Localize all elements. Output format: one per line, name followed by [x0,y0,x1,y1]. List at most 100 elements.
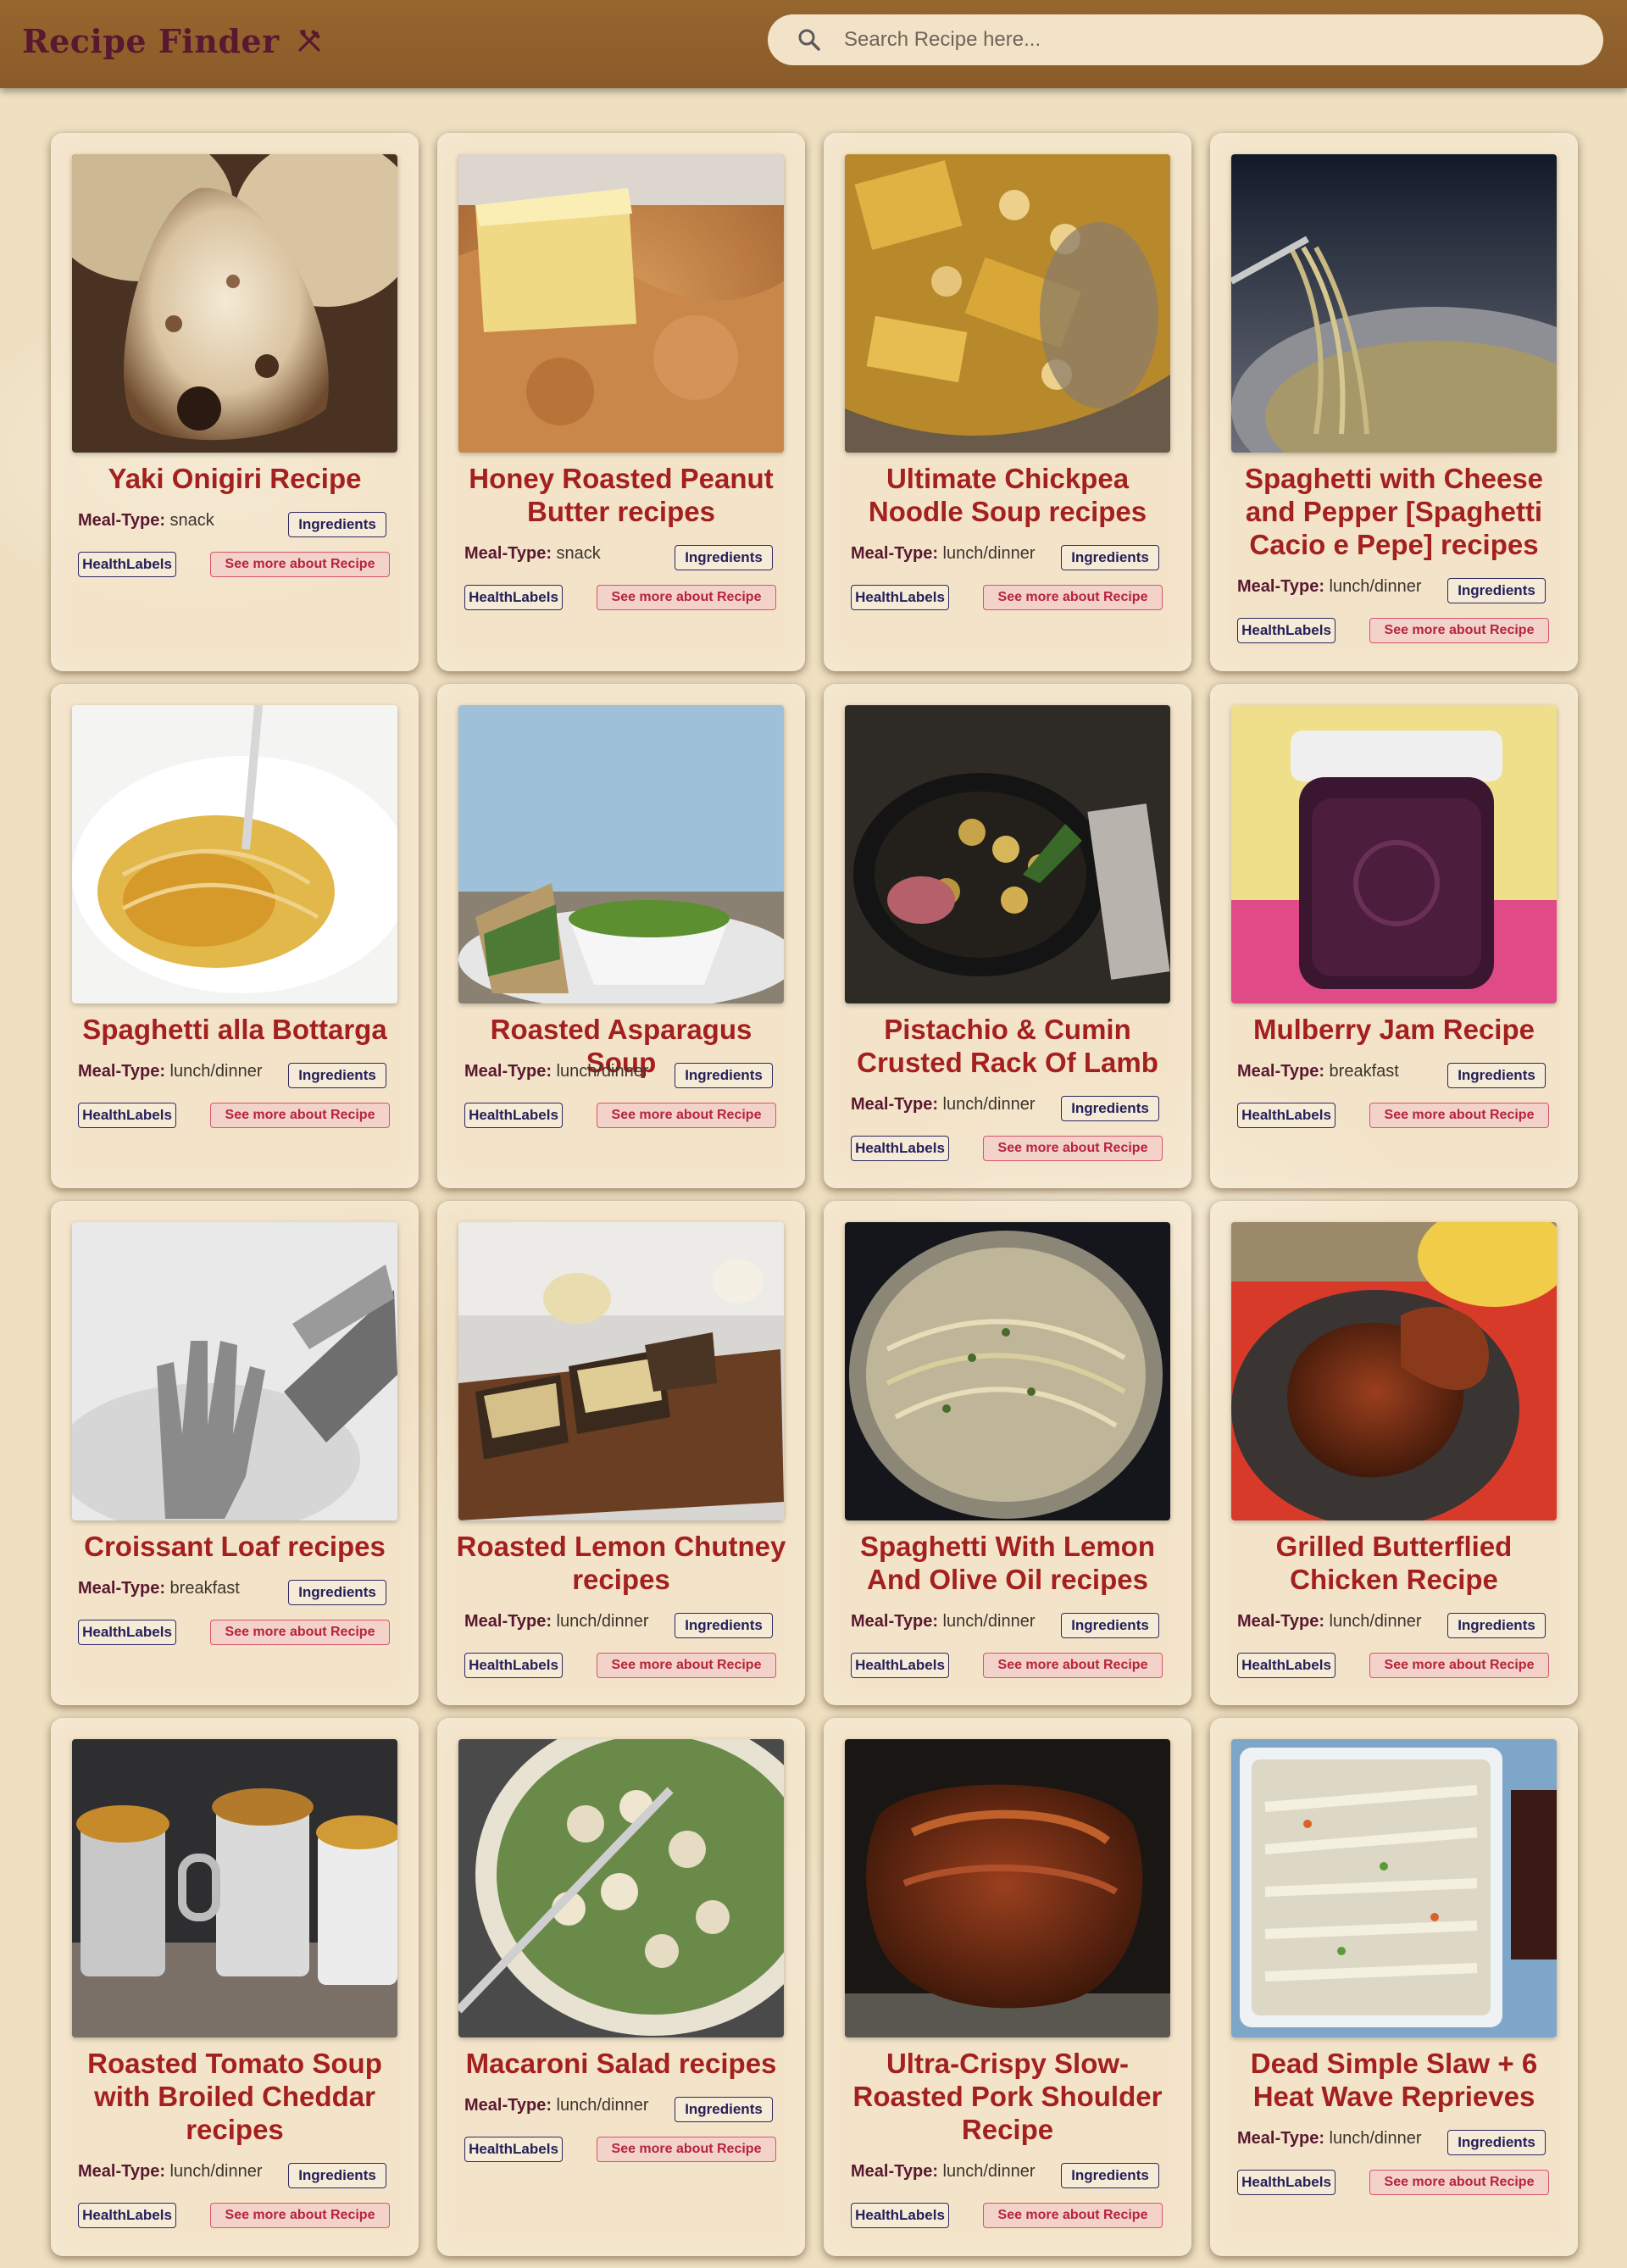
recipe-title[interactable]: Grilled Butterflied Chicken Recipe [1227,1530,1561,1596]
health-labels-button[interactable]: HealthLabels [464,585,563,610]
recipe-image[interactable] [458,154,784,453]
ingredients-button[interactable]: Ingredients [1447,1063,1546,1088]
recipe-card[interactable]: Yaki Onigiri Recipe Meal-Type: snack Ing… [51,133,419,671]
ingredients-button[interactable]: Ingredients [1447,2130,1546,2155]
recipe-image[interactable] [1231,1222,1557,1520]
meal-type-value: breakfast [1329,1062,1399,1081]
recipe-image[interactable] [1231,705,1557,1003]
recipe-image[interactable] [1231,154,1557,453]
recipe-image[interactable] [458,705,784,1003]
recipe-title[interactable]: Croissant Loaf recipes [68,1530,402,1563]
see-more-button[interactable]: See more about Recipe [983,2203,1163,2228]
see-more-button[interactable]: See more about Recipe [1369,2170,1549,2195]
recipe-title[interactable]: Spaghetti With Lemon And Olive Oil recip… [841,1530,1174,1596]
recipe-card[interactable]: Honey Roasted Peanut Butter recipes Meal… [437,133,805,671]
recipe-image[interactable] [845,1739,1170,2037]
see-more-button[interactable]: See more about Recipe [597,2137,776,2162]
recipe-image[interactable] [72,705,397,1003]
ingredients-button[interactable]: Ingredients [675,1063,773,1088]
health-labels-button[interactable]: HealthLabels [78,552,176,577]
recipe-card[interactable]: Croissant Loaf recipes Meal-Type: breakf… [51,1201,419,1705]
recipe-image[interactable] [72,1739,397,2037]
ingredients-button[interactable]: Ingredients [1061,545,1159,570]
ingredients-button[interactable]: Ingredients [288,2163,386,2188]
recipe-title[interactable]: Yaki Onigiri Recipe [68,462,402,495]
ingredients-button[interactable]: Ingredients [675,545,773,570]
ingredients-button[interactable]: Ingredients [1061,2163,1159,2188]
ingredients-button[interactable]: Ingredients [288,1063,386,1088]
recipe-title[interactable]: Macaroni Salad recipes [454,2047,788,2080]
health-labels-button[interactable]: HealthLabels [78,1620,176,1645]
recipe-card[interactable]: Roasted Tomato Soup with Broiled Cheddar… [51,1718,419,2256]
see-more-button[interactable]: See more about Recipe [983,585,1163,610]
health-labels-button[interactable]: HealthLabels [851,1136,949,1161]
see-more-button[interactable]: See more about Recipe [1369,1653,1549,1678]
see-more-button[interactable]: See more about Recipe [210,552,390,577]
recipe-card[interactable]: Roasted Lemon Chutney recipes Meal-Type:… [437,1201,805,1705]
see-more-button[interactable]: See more about Recipe [597,1103,776,1128]
recipe-image[interactable] [1231,1739,1557,2037]
search-input[interactable] [844,28,1556,52]
see-more-button[interactable]: See more about Recipe [210,1103,390,1128]
recipe-card[interactable]: Macaroni Salad recipes Meal-Type: lunch/… [437,1718,805,2256]
see-more-button[interactable]: See more about Recipe [597,1653,776,1678]
recipe-title[interactable]: Pistachio & Cumin Crusted Rack Of Lamb [841,1013,1174,1079]
ingredients-button[interactable]: Ingredients [288,1580,386,1605]
see-more-button[interactable]: See more about Recipe [210,1620,390,1645]
recipe-card[interactable]: Grilled Butterflied Chicken Recipe Meal-… [1210,1201,1578,1705]
recipe-image[interactable] [458,1739,784,2037]
recipe-image[interactable] [72,1222,397,1520]
recipe-card[interactable]: Spaghetti With Lemon And Olive Oil recip… [824,1201,1191,1705]
ingredients-button[interactable]: Ingredients [675,2097,773,2122]
see-more-button[interactable]: See more about Recipe [1369,618,1549,643]
health-labels-button[interactable]: HealthLabels [78,2203,176,2228]
health-labels-button[interactable]: HealthLabels [1237,1103,1335,1128]
health-labels-button[interactable]: HealthLabels [1237,1653,1335,1678]
health-labels-button[interactable]: HealthLabels [464,2137,563,2162]
recipe-card[interactable]: Mulberry Jam Recipe Meal-Type: breakfast… [1210,684,1578,1188]
see-more-button[interactable]: See more about Recipe [1369,1103,1549,1128]
recipe-card[interactable]: Roasted Asparagus Soup Meal-Type: lunch/… [437,684,805,1188]
recipe-title[interactable]: Spaghetti alla Bottarga [68,1013,402,1046]
recipe-title[interactable]: Roasted Lemon Chutney recipes [454,1530,788,1596]
recipe-title[interactable]: Spaghetti with Cheese and Pepper [Spaghe… [1227,462,1561,561]
health-labels-button[interactable]: HealthLabels [851,585,949,610]
recipe-card[interactable]: Ultra-Crispy Slow-Roasted Pork Shoulder … [824,1718,1191,2256]
health-labels-button[interactable]: HealthLabels [1237,618,1335,643]
recipe-card[interactable]: Spaghetti alla Bottarga Meal-Type: lunch… [51,684,419,1188]
see-more-button[interactable]: See more about Recipe [983,1653,1163,1678]
recipe-image[interactable] [845,1222,1170,1520]
see-more-button[interactable]: See more about Recipe [597,585,776,610]
recipe-image[interactable] [72,154,397,453]
health-labels-button[interactable]: HealthLabels [78,1103,176,1128]
recipe-title[interactable]: Ultimate Chickpea Noodle Soup recipes [841,462,1174,528]
search-icon[interactable] [797,27,822,53]
ingredients-button[interactable]: Ingredients [675,1613,773,1638]
ingredients-button[interactable]: Ingredients [1447,1613,1546,1638]
recipe-image[interactable] [845,705,1170,1003]
recipe-card[interactable]: Pistachio & Cumin Crusted Rack Of Lamb M… [824,684,1191,1188]
recipe-card[interactable]: Spaghetti with Cheese and Pepper [Spaghe… [1210,133,1578,671]
recipe-title[interactable]: Roasted Tomato Soup with Broiled Cheddar… [68,2047,402,2146]
recipe-image[interactable] [458,1222,784,1520]
health-labels-button[interactable]: HealthLabels [464,1653,563,1678]
recipe-title[interactable]: Mulberry Jam Recipe [1227,1013,1561,1046]
ingredients-button[interactable]: Ingredients [1061,1096,1159,1121]
recipe-title[interactable]: Ultra-Crispy Slow-Roasted Pork Shoulder … [841,2047,1174,2146]
brand[interactable]: Recipe Finder [22,19,324,63]
ingredients-button[interactable]: Ingredients [288,512,386,537]
health-labels-button[interactable]: HealthLabels [851,1653,949,1678]
recipe-card[interactable]: Ultimate Chickpea Noodle Soup recipes Me… [824,133,1191,671]
recipe-image[interactable] [845,154,1170,453]
search-bar[interactable] [768,14,1603,65]
see-more-button[interactable]: See more about Recipe [210,2203,390,2228]
recipe-title[interactable]: Dead Simple Slaw + 6 Heat Wave Reprieves [1227,2047,1561,2113]
health-labels-button[interactable]: HealthLabels [851,2203,949,2228]
ingredients-button[interactable]: Ingredients [1447,578,1546,603]
recipe-title[interactable]: Honey Roasted Peanut Butter recipes [454,462,788,528]
ingredients-button[interactable]: Ingredients [1061,1613,1159,1638]
see-more-button[interactable]: See more about Recipe [983,1136,1163,1161]
health-labels-button[interactable]: HealthLabels [464,1103,563,1128]
health-labels-button[interactable]: HealthLabels [1237,2170,1335,2195]
recipe-card[interactable]: Dead Simple Slaw + 6 Heat Wave Reprieves… [1210,1718,1578,2256]
